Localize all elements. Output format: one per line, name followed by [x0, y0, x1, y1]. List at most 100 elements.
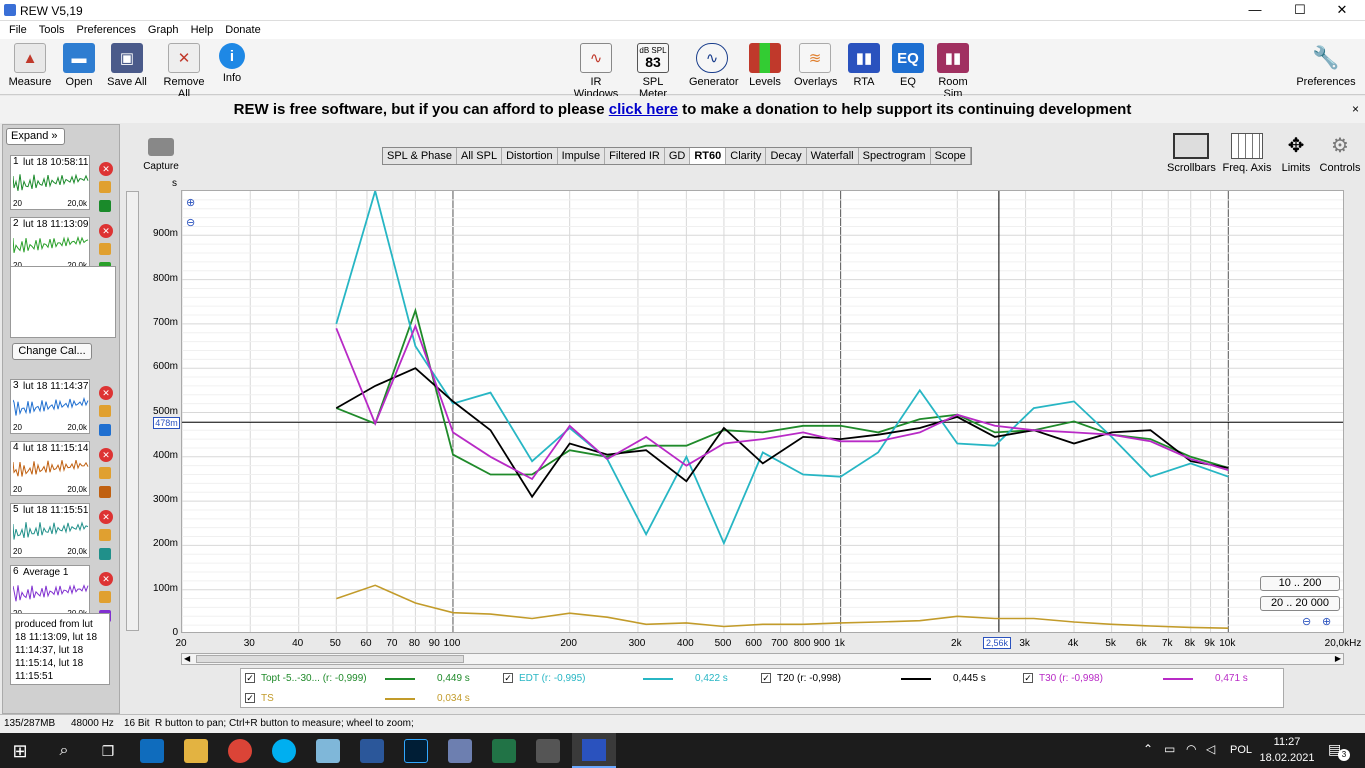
series-checkbox[interactable]: ✓ — [761, 673, 771, 683]
delete-measurement-icon[interactable]: ✕ — [99, 224, 113, 238]
color-measurement-icon[interactable] — [99, 424, 111, 436]
tab-scope[interactable]: Scope — [931, 148, 971, 164]
clock-date[interactable]: 18.02.2021 — [1258, 752, 1316, 764]
scroll-right-icon[interactable]: ▶ — [1335, 654, 1341, 663]
range-10-200-button[interactable]: 10 .. 200 — [1260, 576, 1340, 591]
edit-measurement-icon[interactable] — [99, 405, 111, 417]
task-view-icon[interactable]: ❐ — [96, 739, 120, 763]
series-checkbox[interactable]: ✓ — [503, 673, 513, 683]
edit-measurement-icon[interactable] — [99, 467, 111, 479]
outlook-icon[interactable] — [140, 739, 164, 763]
delete-measurement-icon[interactable]: ✕ — [99, 448, 113, 462]
language-indicator[interactable]: POL — [1230, 744, 1252, 756]
rew-taskbar-button[interactable] — [572, 733, 616, 768]
measurement-item[interactable]: lut 18 11:15:51 20 20,0k — [10, 503, 90, 558]
room-sim-button[interactable]: ▮▮ Room Sim — [930, 43, 976, 100]
word-icon[interactable] — [360, 739, 384, 763]
delete-measurement-icon[interactable]: ✕ — [99, 510, 113, 524]
donate-link[interactable]: click here — [609, 101, 678, 118]
measurement-item[interactable]: lut 18 10:58:11 20 20,0k — [10, 155, 90, 210]
tab-spectrogram[interactable]: Spectrogram — [859, 148, 931, 164]
minimize-button[interactable]: — — [1233, 0, 1277, 21]
menu-file[interactable]: File — [9, 24, 27, 36]
measurement-item[interactable]: lut 18 11:15:14 20 20,0k — [10, 441, 90, 496]
search-icon[interactable]: ⌕ — [52, 739, 76, 763]
spl-meter-button[interactable]: dB SPL 83 SPL Meter — [630, 43, 676, 100]
save-app-icon[interactable] — [448, 739, 472, 763]
delete-measurement-icon[interactable]: ✕ — [99, 162, 113, 176]
tab-gd[interactable]: GD — [665, 148, 691, 164]
battery-icon[interactable]: ▭ — [1164, 742, 1175, 756]
menu-donate[interactable]: Donate — [225, 24, 260, 36]
tab-rt60[interactable]: RT60 — [690, 148, 727, 164]
zoom-in-icon[interactable]: ⊕ — [186, 196, 195, 209]
expand-button[interactable]: Expand » — [6, 128, 65, 145]
close-banner-icon[interactable]: × — [1352, 96, 1359, 123]
tab-clarity[interactable]: Clarity — [726, 148, 767, 164]
preferences-button[interactable]: 🔧 Preferences — [1296, 43, 1356, 88]
tab-impulse[interactable]: Impulse — [558, 148, 606, 164]
tab-all-spl[interactable]: All SPL — [457, 148, 503, 164]
scroll-thumb[interactable] — [196, 655, 464, 663]
menu-preferences[interactable]: Preferences — [77, 24, 136, 36]
delete-measurement-icon[interactable]: ✕ — [99, 386, 113, 400]
levels-button[interactable]: Levels — [748, 43, 782, 88]
open-button[interactable]: ▬ Open — [62, 43, 96, 88]
rta-button[interactable]: ▮▮ RTA — [848, 43, 880, 88]
measurement-item[interactable]: lut 18 11:14:37 20 20,0k — [10, 379, 90, 434]
chevron-up-icon[interactable]: ⌃ — [1143, 742, 1153, 756]
delete-measurement-icon[interactable]: ✕ — [99, 572, 113, 586]
zoom-out-x-icon[interactable]: ⊖ — [1302, 615, 1311, 628]
capture-button[interactable] — [146, 138, 176, 162]
controls-button[interactable]: ⚙ Controls — [1318, 133, 1362, 174]
maximize-button[interactable]: ☐ — [1278, 0, 1322, 21]
series-checkbox[interactable]: ✓ — [245, 693, 255, 703]
generator-button[interactable]: ∿ Generator — [689, 43, 739, 88]
calculator-icon[interactable] — [536, 739, 560, 763]
horizontal-scrollbar[interactable]: ◀ ▶ — [181, 653, 1344, 665]
range-20-20000-button[interactable]: 20 .. 20 000 — [1260, 596, 1340, 611]
scroll-left-icon[interactable]: ◀ — [184, 654, 190, 663]
limits-button[interactable]: ✥ Limits — [1276, 133, 1316, 174]
edit-measurement-icon[interactable] — [99, 243, 111, 255]
rt60-chart[interactable] — [181, 190, 1344, 633]
tab-decay[interactable]: Decay — [766, 148, 807, 164]
measurement-item[interactable]: lut 18 11:13:092020,0k — [10, 217, 90, 272]
wifi-icon[interactable]: ◠ — [1186, 742, 1196, 756]
app-icon-blue[interactable] — [316, 739, 340, 763]
color-measurement-icon[interactable] — [99, 486, 111, 498]
series-checkbox[interactable]: ✓ — [1023, 673, 1033, 683]
excel-icon[interactable] — [492, 739, 516, 763]
ir-windows-button[interactable]: ∿ IR Windows — [569, 43, 623, 100]
eq-button[interactable]: EQ EQ — [892, 43, 924, 88]
change-cal-button[interactable]: Change Cal... — [12, 343, 92, 360]
measurement-item[interactable]: Average 12020,0k — [10, 565, 90, 620]
menu-graph[interactable]: Graph — [148, 24, 179, 36]
save-all-button[interactable]: ▣ Save All — [106, 43, 148, 88]
remove-all-button[interactable]: ✕ Remove All — [158, 43, 210, 100]
series-checkbox[interactable]: ✓ — [245, 673, 255, 683]
close-button[interactable]: ✕ — [1320, 0, 1364, 21]
zoom-out-icon[interactable]: ⊖ — [186, 216, 195, 229]
tab-distortion[interactable]: Distortion — [502, 148, 558, 164]
skype-icon[interactable] — [272, 739, 296, 763]
file-explorer-icon[interactable] — [184, 739, 208, 763]
clock-time[interactable]: 11:27 — [1262, 736, 1312, 748]
edit-measurement-icon[interactable] — [99, 529, 111, 541]
photoshop-icon[interactable] — [404, 739, 428, 763]
chrome-icon[interactable] — [228, 739, 252, 763]
tab-filtered-ir[interactable]: Filtered IR — [605, 148, 665, 164]
color-measurement-icon[interactable] — [99, 548, 111, 560]
edit-measurement-icon[interactable] — [99, 181, 111, 193]
volume-icon[interactable]: ◁ — [1206, 742, 1215, 756]
windows-start-icon[interactable]: ⊞ — [8, 739, 32, 763]
zoom-in-x-icon[interactable]: ⊕ — [1322, 615, 1331, 628]
color-measurement-icon[interactable] — [99, 200, 111, 212]
measure-button[interactable]: ▲ Measure — [8, 43, 52, 88]
overlays-button[interactable]: ≋ Overlays — [794, 43, 837, 88]
freq-axis-button[interactable]: Freq. Axis — [1220, 133, 1274, 174]
menu-tools[interactable]: Tools — [39, 24, 65, 36]
tab-spl-phase[interactable]: SPL & Phase — [383, 148, 458, 164]
info-button[interactable]: i Info — [218, 43, 246, 84]
scrollbars-button[interactable]: Scrollbars — [1167, 133, 1216, 174]
